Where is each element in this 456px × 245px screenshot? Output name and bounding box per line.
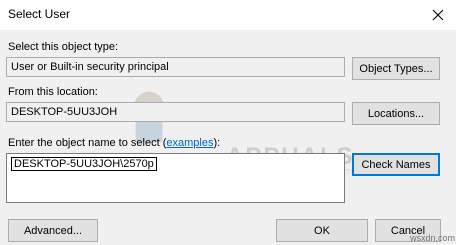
object-types-button[interactable]: Object Types... — [352, 57, 440, 80]
window-title: Select User — [8, 7, 71, 21]
object-type-label: Select this object type: — [8, 41, 119, 53]
close-button[interactable] — [420, 0, 456, 30]
object-names-input[interactable]: DESKTOP-5UU3JOH\2570p — [6, 153, 345, 203]
ok-button[interactable]: OK — [276, 219, 368, 242]
advanced-button[interactable]: Advanced... — [8, 219, 98, 242]
dialog-body: APPUALS TECH HOW-TO'S FROM THE EXPERTS S… — [0, 30, 456, 245]
location-label: From this location: — [8, 86, 98, 98]
object-type-field: User or Built-in security principal — [6, 57, 345, 77]
object-names-label: Enter the object name to select (example… — [8, 137, 220, 149]
object-names-label-suffix: ): — [213, 137, 221, 149]
location-field: DESKTOP-5UU3JOH — [6, 102, 345, 122]
close-icon — [432, 9, 444, 21]
object-names-label-prefix: Enter the object name to select ( — [8, 137, 167, 149]
check-names-button[interactable]: Check Names — [352, 153, 440, 176]
object-names-value: DESKTOP-5UU3JOH\2570p — [11, 157, 157, 171]
locations-button[interactable]: Locations... — [352, 102, 440, 125]
site-watermark: wsxdn.com — [410, 233, 456, 243]
title-bar: Select User — [0, 0, 456, 30]
examples-link[interactable]: examples — [166, 137, 213, 149]
